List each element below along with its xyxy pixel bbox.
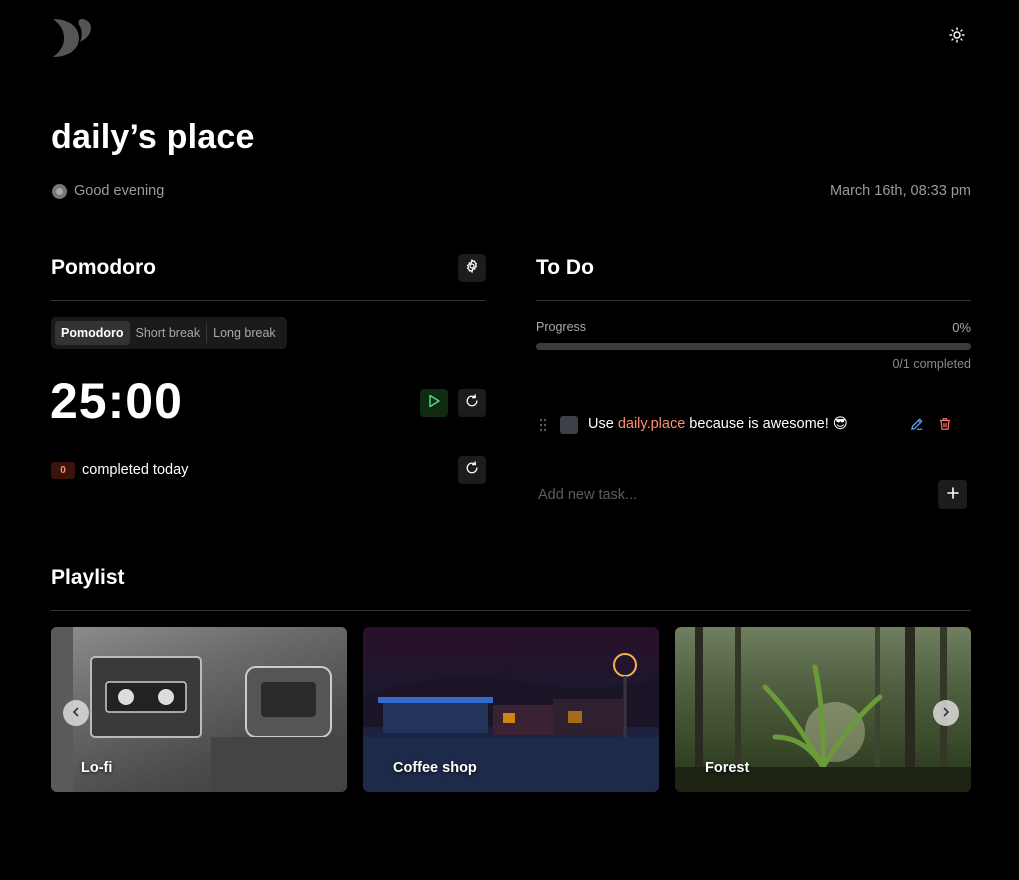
- refresh-icon: [465, 460, 479, 480]
- playlist-prev-button[interactable]: [63, 700, 89, 726]
- playlist-card-label: Coffee shop: [393, 760, 477, 776]
- theme-toggle-button[interactable]: [944, 24, 970, 50]
- playlist-card-label: Lo-fi: [81, 760, 113, 776]
- task-text-prefix: Use: [588, 416, 618, 432]
- pencil-icon: [910, 417, 924, 436]
- playlist-card-label: Forest: [705, 760, 750, 776]
- pomodoro-divider: [51, 300, 486, 301]
- task-checkbox[interactable]: [560, 416, 578, 434]
- gear-icon: [465, 258, 479, 278]
- current-datetime: March 16th, 08:33 pm: [829, 183, 971, 199]
- refresh-icon: [465, 393, 479, 413]
- progress-percent: 0%: [952, 320, 971, 335]
- add-task-input[interactable]: [536, 480, 926, 510]
- task-text-suffix: because is awesome! 😎: [685, 416, 848, 432]
- pomodoro-mode-tabs: Pomodoro Short break Long break: [51, 317, 287, 349]
- playlist-card-lofi[interactable]: Lo-fi: [51, 627, 347, 792]
- playlist-card-coffee-shop[interactable]: Coffee shop: [363, 627, 659, 792]
- drag-handle-icon[interactable]: [539, 418, 547, 432]
- playlist-next-button[interactable]: [933, 700, 959, 726]
- todo-title: To Do: [536, 256, 594, 279]
- greeting-text: Good evening: [74, 183, 165, 199]
- tab-pomodoro[interactable]: Pomodoro: [55, 321, 130, 345]
- tasks-completed-count: 0/1 completed: [892, 357, 971, 371]
- playlist-divider: [51, 610, 971, 611]
- add-task-button[interactable]: [938, 480, 967, 509]
- trash-icon: [938, 417, 952, 436]
- chevron-right-icon: [941, 704, 951, 722]
- pomodoro-title: Pomodoro: [51, 256, 156, 279]
- greeting: Good evening: [52, 183, 164, 199]
- completed-count-badge: 0: [51, 462, 75, 479]
- delete-task-button[interactable]: [936, 417, 954, 435]
- progress-label: Progress: [536, 320, 587, 334]
- reset-count-button[interactable]: [458, 456, 486, 484]
- play-icon: [427, 394, 441, 413]
- playlist-title: Playlist: [51, 566, 125, 589]
- completed-today-label: completed today: [82, 462, 189, 478]
- timer-display: 25:00: [50, 373, 183, 429]
- tab-short-break[interactable]: Short break: [130, 321, 207, 345]
- tab-long-break[interactable]: Long break: [207, 321, 282, 345]
- chevron-left-icon: [71, 704, 81, 722]
- logo-icon[interactable]: [51, 17, 93, 57]
- reset-timer-button[interactable]: [458, 389, 486, 417]
- start-timer-button[interactable]: [420, 389, 448, 417]
- task-link[interactable]: daily.place: [618, 416, 685, 432]
- sun-icon: [949, 26, 965, 48]
- playlist-card-forest[interactable]: Forest: [675, 627, 971, 792]
- todo-divider: [536, 300, 971, 301]
- task-text: Use daily.place because is awesome! 😎: [588, 416, 848, 432]
- plus-icon: [946, 486, 959, 504]
- page-title: daily’s place: [51, 118, 255, 156]
- greeting-moon-icon: [52, 183, 67, 199]
- pomodoro-settings-button[interactable]: [458, 254, 486, 282]
- progress-bar: [536, 343, 971, 350]
- edit-task-button[interactable]: [908, 417, 926, 435]
